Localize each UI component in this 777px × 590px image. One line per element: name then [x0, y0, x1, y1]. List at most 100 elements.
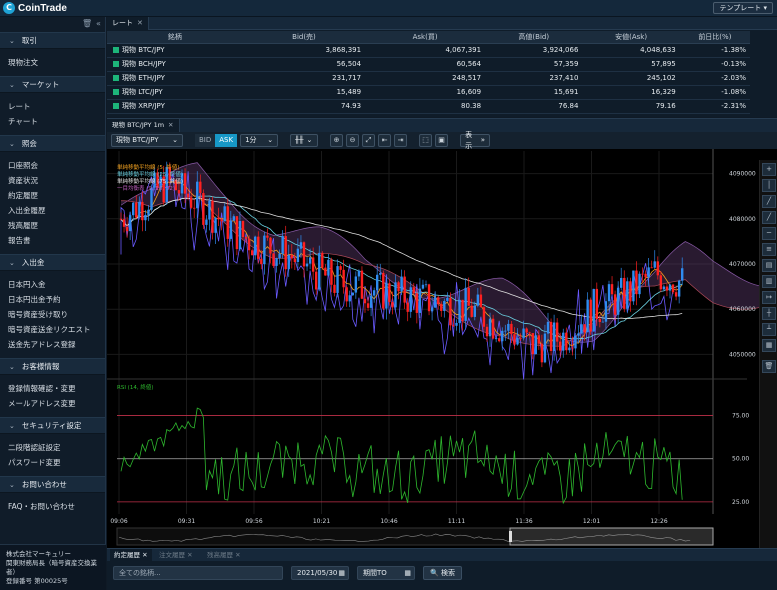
zoom-in-icon[interactable]: ⊕ — [330, 134, 344, 147]
interval-dropdown[interactable]: 1分 ⌄ — [240, 134, 279, 147]
sidebar-item[interactable]: 口座照会 — [0, 158, 105, 173]
candle-body — [598, 318, 602, 322]
date-from-field[interactable]: 2021/05/30 ▦ — [291, 566, 349, 580]
date-to-field[interactable]: 期間TO ▦ — [357, 566, 415, 580]
sidebar-item[interactable]: 暗号資産受け取り — [0, 307, 105, 322]
column-header[interactable]: Ask(買) — [365, 31, 486, 44]
sidebar-section-header[interactable]: ⌄ 照会 — [0, 135, 105, 152]
history-filters: 全ての銘柄... 2021/05/30 ▦ 期間TO ▦ 🔍 検索 — [113, 566, 462, 580]
sidebar-item[interactable]: 現物注文 — [0, 55, 105, 70]
candle-body — [189, 197, 193, 208]
close-icon[interactable]: ✕ — [137, 19, 143, 27]
column-header[interactable]: 安値(Ask) — [582, 31, 680, 44]
bid-toggle[interactable]: BID — [195, 134, 216, 147]
crosshair-icon[interactable]: + — [762, 163, 776, 176]
candle-body — [437, 297, 440, 305]
scroll-right-icon[interactable]: ⇥ — [394, 134, 408, 147]
candle-body — [632, 270, 635, 302]
sidebar-section-header[interactable]: ⌄ セキュリティ設定 — [0, 417, 105, 434]
column-header[interactable]: 銘柄 — [107, 31, 243, 44]
sidebar-item[interactable]: FAQ・お問い合わせ — [0, 499, 105, 514]
candle-body — [311, 257, 315, 272]
column-header[interactable]: 高値(Bid) — [485, 31, 583, 44]
sidebar-section-header[interactable]: ⌄ マーケット — [0, 76, 105, 93]
tab-chart[interactable]: 現物 BTC/JPY 1m ✕ — [107, 119, 180, 132]
tab-trade-history[interactable]: 約定履歴 ✕ — [110, 549, 152, 561]
arrow-icon[interactable]: ↦ — [762, 291, 776, 304]
brand-filter[interactable]: 全ての銘柄... — [113, 566, 283, 580]
sidebar-item[interactable]: 約定履歴 — [0, 188, 105, 203]
candle-body — [586, 299, 589, 333]
symbol-dropdown[interactable]: 現物 BTC/JPY ⌄ — [111, 134, 183, 147]
chevron-double-icon: » — [480, 136, 486, 144]
sidebar-sections: ⌄ 取引現物注文 ⌄ マーケット レート チャート ⌄ 照会口座照会 資産状況 約定履歴 入出金履歴… — [0, 32, 105, 520]
column-header[interactable]: 前日比(%) — [679, 31, 750, 44]
display-dropdown[interactable]: 表示» — [460, 131, 491, 150]
sidebar-item[interactable]: 日本円入金 — [0, 277, 105, 292]
calendar-icon[interactable]: ▦ — [338, 567, 345, 579]
horizontal-line-icon[interactable]: ─ — [762, 227, 776, 240]
close-icon[interactable]: ✕ — [187, 551, 192, 559]
sidebar-section-header[interactable]: ⌄ お客様情報 — [0, 358, 105, 375]
ray-line-icon[interactable]: ╱ — [762, 211, 776, 224]
fibonacci-icon[interactable]: ▤ — [762, 259, 776, 272]
measure-icon[interactable]: ┴ — [762, 323, 776, 336]
sidebar-item[interactable]: 暗号資産送金リクエスト — [0, 322, 105, 337]
x-tick-label: 09:31 — [178, 518, 195, 525]
search-button[interactable]: 🔍 検索 — [423, 566, 462, 580]
sidebar-section-header[interactable]: ⌄ お問い合わせ — [0, 476, 105, 493]
tab-rates[interactable]: レート ✕ — [107, 17, 149, 30]
trash-icon[interactable]: 🗑 — [82, 19, 92, 28]
screenshot-icon[interactable]: ▣ — [435, 134, 449, 147]
sidebar-item[interactable]: 残高履歴 — [0, 218, 105, 233]
candle-body — [656, 261, 659, 276]
rectangle-icon[interactable]: ▥ — [762, 275, 776, 288]
shape-icon[interactable]: ▦ — [762, 339, 776, 352]
tab-order-history[interactable]: 注文履歴 ✕ — [155, 549, 197, 561]
legend-item: 単純移動平均線 (5, 終値) — [117, 163, 180, 171]
sidebar-item[interactable]: 二段階認証設定 — [0, 440, 105, 455]
close-icon[interactable]: ✕ — [142, 551, 147, 559]
fit-icon[interactable]: ⤢ — [362, 134, 376, 147]
sidebar-item[interactable]: 入出金履歴 — [0, 203, 105, 218]
sidebar-item[interactable]: 日本円出金予約 — [0, 292, 105, 307]
scroll-left-icon[interactable]: ⇤ — [378, 134, 392, 147]
collapse-sidebar-icon[interactable]: « — [96, 19, 101, 28]
company-license: 関東財務局長（暗号資産交換業者） — [6, 559, 97, 576]
chart-type-dropdown[interactable]: ╫╫ ⌄ — [290, 134, 319, 147]
zoom-out-icon[interactable]: ⊖ — [346, 134, 360, 147]
sidebar-item[interactable]: 登録情報確認・変更 — [0, 381, 105, 396]
rate-row[interactable]: 現物 ETH/JPY 231,717 248,517 237,410 245,102 -2… — [107, 71, 750, 86]
legend-item: 一目均衡表 (9, 26, 52) — [117, 184, 175, 192]
sidebar-section-header[interactable]: ⌄ 取引 — [0, 32, 105, 49]
sidebar-section-header[interactable]: ⌄ 入出金 — [0, 254, 105, 271]
sidebar-item[interactable]: レート — [0, 99, 105, 114]
cross-line-icon[interactable]: ┼ — [762, 307, 776, 320]
calendar-icon[interactable]: ▦ — [404, 567, 411, 579]
channel-icon[interactable]: ≡ — [762, 243, 776, 256]
column-header[interactable]: Bid(売) — [242, 31, 366, 44]
sidebar-item[interactable]: 送金先アドレス登録 — [0, 337, 105, 352]
sidebar-item[interactable]: パスワード変更 — [0, 455, 105, 470]
template-dropdown[interactable]: テンプレート ▾ — [713, 2, 773, 14]
rate-row[interactable]: 現物 LTC/JPY 15,489 16,609 15,691 16,329 -1.08% — [107, 85, 750, 100]
price-chart[interactable]: 単純移動平均線 (5, 終値)単純移動平均線 (25, 終値)単純移動平均線 (… — [107, 149, 777, 548]
trash-icon[interactable]: 🗑 — [762, 360, 776, 373]
candle-body — [559, 341, 562, 351]
vertical-line-icon[interactable]: │ — [762, 179, 776, 192]
close-icon[interactable]: ✕ — [168, 121, 173, 129]
low-cell: 57,895 — [582, 57, 680, 72]
rate-row[interactable]: 現物 BCH/JPY 56,504 60,564 57,359 57,895 -0.13% — [107, 57, 750, 72]
sidebar-item[interactable]: 報告書 — [0, 233, 105, 248]
close-icon[interactable]: ✕ — [235, 551, 240, 559]
candle-body — [327, 259, 330, 276]
sidebar-item[interactable]: チャート — [0, 114, 105, 129]
rate-row[interactable]: 現物 BTC/JPY 3,868,391 4,067,391 3,924,066 4,0… — [107, 43, 750, 58]
ask-toggle[interactable]: ASK — [215, 134, 238, 147]
rate-row[interactable]: 現物 XRP/JPY 74.93 80.38 76.84 79.16 -2.31% — [107, 99, 750, 114]
sidebar-item[interactable]: メールアドレス変更 — [0, 396, 105, 411]
trend-line-icon[interactable]: ╱ — [762, 195, 776, 208]
sidebar-item[interactable]: 資産状況 — [0, 173, 105, 188]
tab-balance-history[interactable]: 残高履歴 ✕ — [203, 549, 245, 561]
indicator-icon[interactable]: ⬚ — [419, 134, 433, 147]
